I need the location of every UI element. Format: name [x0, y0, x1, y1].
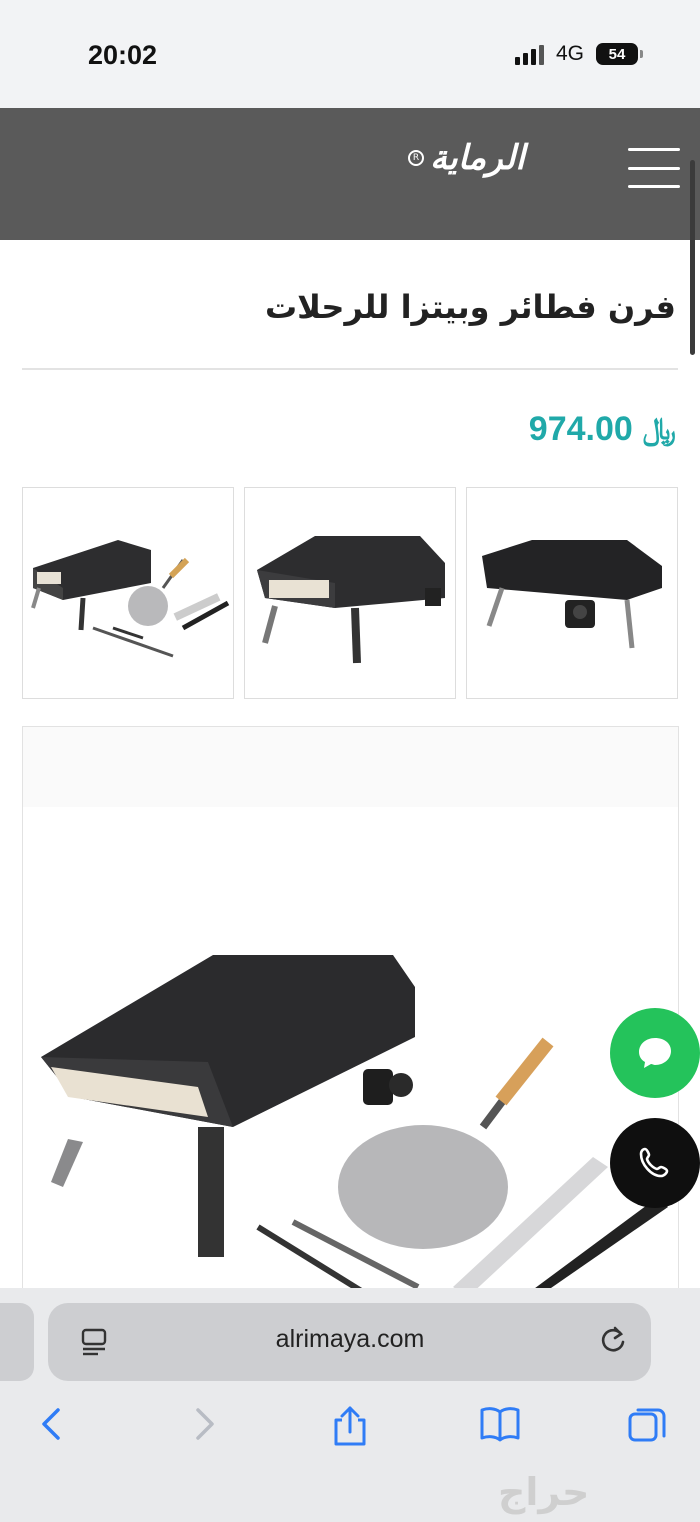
tabs-icon[interactable] [626, 1404, 668, 1450]
forward-icon[interactable] [190, 1404, 218, 1448]
reload-icon[interactable] [598, 1325, 628, 1359]
status-bar: 20:02 4G 54 [0, 0, 700, 108]
network-type: 4G [555, 42, 584, 65]
site-logo[interactable]: R الرماية [408, 138, 526, 178]
product-price: 974.00 ﷼ [529, 410, 676, 449]
battery-level: 54 [608, 45, 626, 63]
status-indicators: 4G 54 [514, 42, 643, 66]
title-divider [22, 368, 678, 370]
thumbnail-oven-front[interactable] [244, 487, 456, 699]
price-value: 974.00 [528, 410, 633, 448]
chat-button[interactable] [610, 1008, 700, 1098]
battery-icon: 54 [596, 43, 643, 65]
main-product-image[interactable] [22, 726, 679, 1298]
bookmarks-icon[interactable] [478, 1404, 522, 1448]
logo-text: الرماية [430, 138, 526, 178]
riyal-symbol-icon: ﷼ [642, 412, 676, 447]
thumbnail-oven-with-accessories[interactable] [22, 487, 234, 699]
back-icon[interactable] [38, 1404, 66, 1448]
share-icon[interactable] [330, 1404, 370, 1452]
haraj-watermark: حراج [498, 1470, 590, 1514]
url-text[interactable]: alrimaya.com [0, 1325, 700, 1354]
page-scrollbar[interactable] [690, 160, 695, 355]
status-time: 20:02 [88, 40, 158, 70]
thumbnail-oven-side[interactable] [466, 487, 678, 699]
site-header [0, 108, 700, 240]
registered-mark: R [408, 150, 424, 166]
call-button[interactable] [610, 1118, 700, 1208]
chat-icon [639, 1038, 671, 1068]
product-title: فرن فطائر وبيتزا للرحلات [264, 288, 676, 326]
phone-icon [639, 1147, 669, 1178]
hamburger-menu-icon[interactable] [628, 148, 680, 188]
signal-icon [514, 43, 544, 65]
